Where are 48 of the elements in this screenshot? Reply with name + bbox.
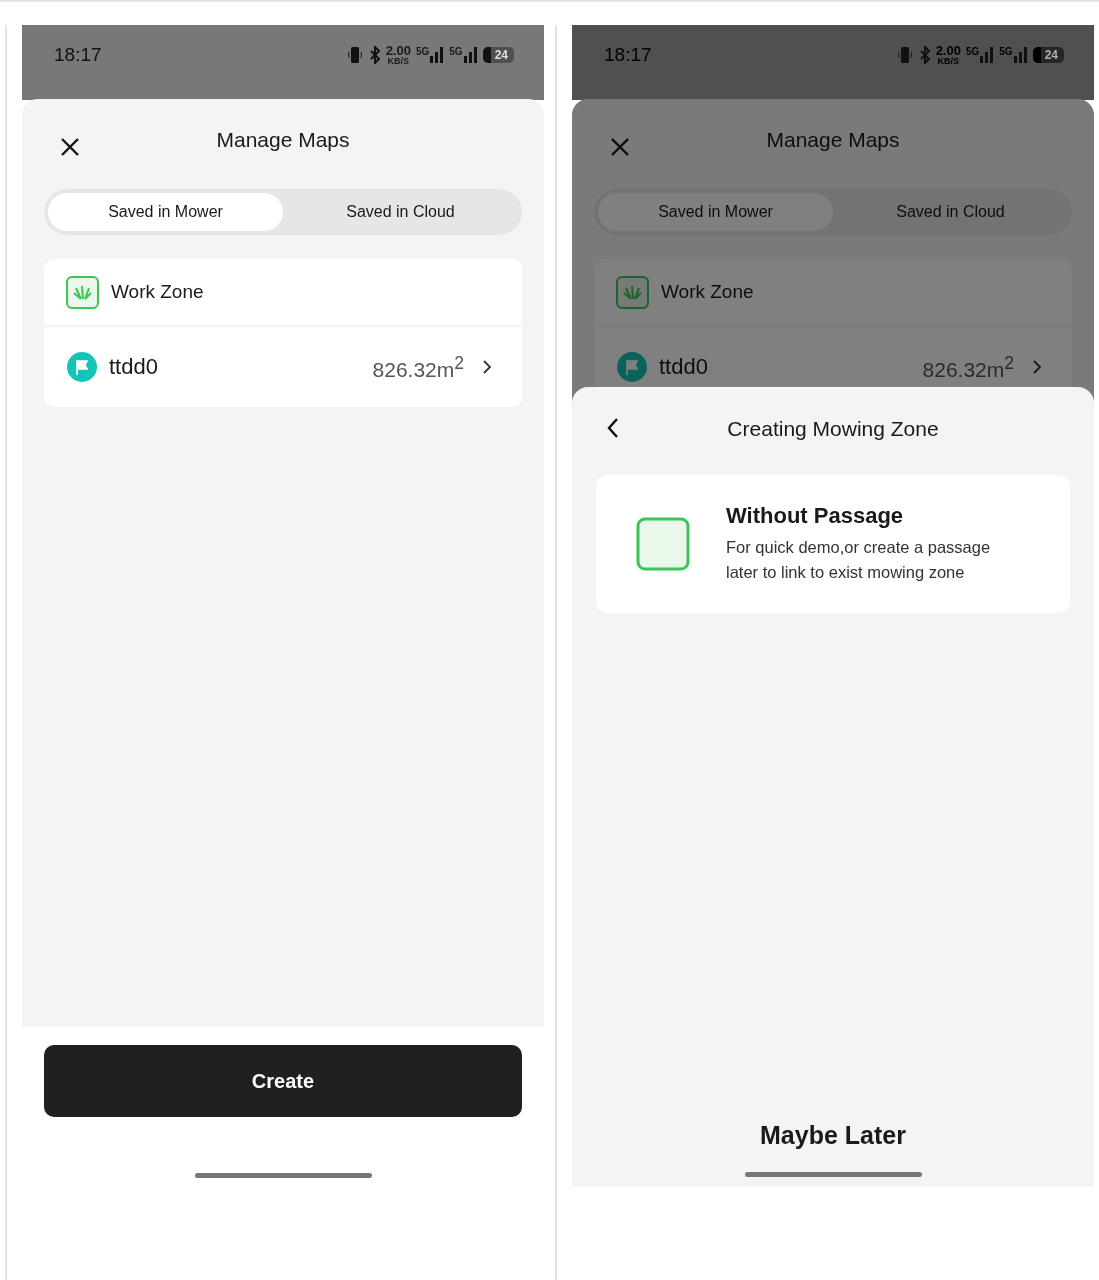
map-area: 826.32m$^{2}$ bbox=[922, 352, 1014, 382]
battery-indicator: 24 bbox=[482, 47, 514, 63]
chevron-right-icon bbox=[482, 359, 492, 375]
bluetooth-icon bbox=[918, 46, 931, 64]
flag-icon bbox=[617, 352, 647, 382]
tab[interactable]: Saved in Cloud bbox=[833, 193, 1068, 231]
signal-icon bbox=[980, 47, 995, 63]
back-icon[interactable] bbox=[606, 417, 620, 439]
vibrate-icon bbox=[895, 46, 914, 64]
status-time: 18:17 bbox=[54, 44, 102, 66]
create-button[interactable]: Create bbox=[44, 1045, 522, 1117]
option-title: Without Passage bbox=[726, 503, 905, 529]
speed-value: 2.00 bbox=[935, 44, 961, 57]
zone-square-icon bbox=[636, 517, 690, 571]
bluetooth-icon bbox=[368, 46, 381, 64]
battery-indicator: 24 bbox=[1032, 47, 1064, 63]
signal-icon bbox=[463, 47, 478, 63]
tab[interactable]: Saved in Cloud bbox=[283, 193, 518, 231]
grass-icon bbox=[66, 275, 99, 309]
speed-value: 2.00 bbox=[385, 44, 411, 57]
chevron-right-icon bbox=[1032, 359, 1042, 375]
tab[interactable]: Saved in Mower bbox=[48, 193, 283, 231]
map-name: ttdd0 bbox=[109, 354, 159, 380]
maybe-later-button[interactable]: Maybe Later bbox=[750, 1117, 916, 1154]
network-label: 5G bbox=[449, 46, 463, 57]
sheet-title: Creating Mowing Zone bbox=[727, 417, 939, 441]
close-icon[interactable] bbox=[60, 137, 80, 157]
network-label: 5G bbox=[965, 46, 980, 57]
speed-unit: KB/S bbox=[387, 57, 410, 66]
network-label: 5G bbox=[415, 46, 430, 57]
map-item[interactable]: ttdd0 826.32m$^{2}$ bbox=[44, 327, 522, 407]
map-name: ttdd0 bbox=[659, 354, 709, 380]
network-label: 5G bbox=[999, 46, 1013, 57]
signal-icon bbox=[430, 47, 445, 63]
vibrate-icon bbox=[345, 46, 364, 64]
signal-icon bbox=[1013, 47, 1028, 63]
status-time: 18:17 bbox=[604, 44, 652, 66]
zone-title: Work Zone bbox=[111, 281, 204, 303]
sheet-title: Manage Maps bbox=[766, 128, 900, 152]
map-area: 826.32m$^{2}$ bbox=[372, 352, 464, 382]
option-description: For quick demo,or create a passage later to link to exist mowing zone bbox=[726, 537, 992, 583]
sheet-title: Manage Maps bbox=[216, 128, 350, 152]
option-card[interactable]: Without Passage For quick demo,or create a passage later to link to exist mowing zone bbox=[596, 475, 1070, 613]
speed-unit: KB/S bbox=[937, 57, 960, 66]
flag-icon bbox=[67, 352, 97, 382]
zone-title: Work Zone bbox=[661, 281, 754, 303]
grass-icon bbox=[616, 275, 649, 309]
tab[interactable]: Saved in Mower bbox=[598, 193, 833, 231]
